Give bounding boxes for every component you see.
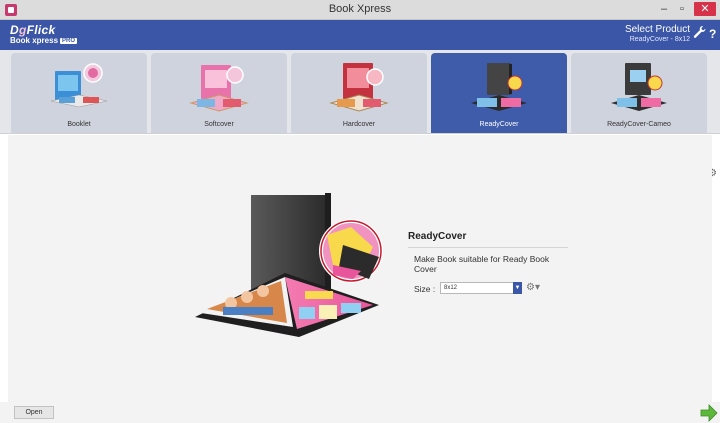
chevron-down-icon[interactable]: ▼ — [513, 282, 522, 294]
tab-softcover[interactable]: Softcover — [151, 53, 287, 133]
select-product-value: ReadyCover - 8x12 — [629, 36, 690, 43]
tab-label: Softcover — [204, 121, 234, 128]
size-settings-gear-icon[interactable]: ⚙▾ — [526, 282, 540, 293]
size-dropdown[interactable]: 8x12 ▼ — [440, 282, 522, 294]
maximize-button[interactable]: ▫ — [674, 2, 690, 16]
title-bar: Book Xpress – ▫ ✕ — [0, 0, 720, 20]
bottom-bar: Open — [0, 402, 720, 423]
softcover-thumbnail — [189, 65, 249, 112]
tab-readycover-cameo[interactable]: ReadyCover-Cameo — [571, 53, 707, 133]
product-description: Make Book suitable for Ready Book Cover — [414, 254, 550, 274]
size-row: Size : 8x12 ▼ ⚙▾ — [414, 282, 540, 294]
main-panel: ReadyCover Make Book suitable for Ready … — [8, 135, 712, 402]
tab-readycover[interactable]: ReadyCover — [431, 53, 567, 133]
open-button[interactable]: Open — [14, 406, 54, 419]
readycover-cameo-thumbnail — [611, 63, 667, 111]
tab-label: ReadyCover-Cameo — [607, 121, 671, 128]
pro-badge: PRO — [60, 38, 78, 44]
next-arrow-icon[interactable] — [700, 404, 718, 422]
tab-label: Hardcover — [342, 121, 376, 128]
brand-accent: g — [18, 23, 27, 37]
app-header: DgFlick Book xpress PRO Select Product Re… — [0, 20, 720, 50]
size-label: Size : — [414, 284, 436, 294]
tab-label: ReadyCover — [479, 121, 519, 128]
brand-suffix: Flick — [26, 23, 56, 37]
wrench-icon[interactable] — [693, 25, 706, 43]
tab-label: Booklet — [67, 121, 91, 128]
help-icon[interactable]: ? — [709, 25, 716, 43]
product-title: ReadyCover — [408, 231, 568, 248]
window-title: Book Xpress — [328, 3, 392, 15]
select-product[interactable]: Select Product ReadyCover - 8x12 — [625, 24, 690, 43]
booklet-thumbnail — [50, 63, 108, 108]
select-product-label[interactable]: Select Product — [625, 24, 690, 35]
tab-booklet[interactable]: Booklet — [11, 53, 147, 133]
tab-hardcover[interactable]: Hardcover — [291, 53, 427, 133]
brand-prefix: D — [10, 23, 19, 37]
size-value: 8x12 — [444, 285, 458, 291]
brand-logo: DgFlick Book xpress PRO — [10, 23, 78, 45]
minimize-button[interactable]: – — [656, 2, 672, 16]
brand-subtitle: Book xpress — [10, 36, 59, 45]
readycover-preview-image — [195, 193, 383, 337]
close-button[interactable]: ✕ — [694, 2, 716, 16]
hardcover-thumbnail — [329, 63, 389, 112]
product-tabs: Booklet Softcover Hardcover ReadyCover R… — [0, 50, 720, 179]
readycover-thumbnail — [471, 63, 527, 111]
product-info: ReadyCover Make Book suitable for Ready … — [408, 231, 568, 294]
